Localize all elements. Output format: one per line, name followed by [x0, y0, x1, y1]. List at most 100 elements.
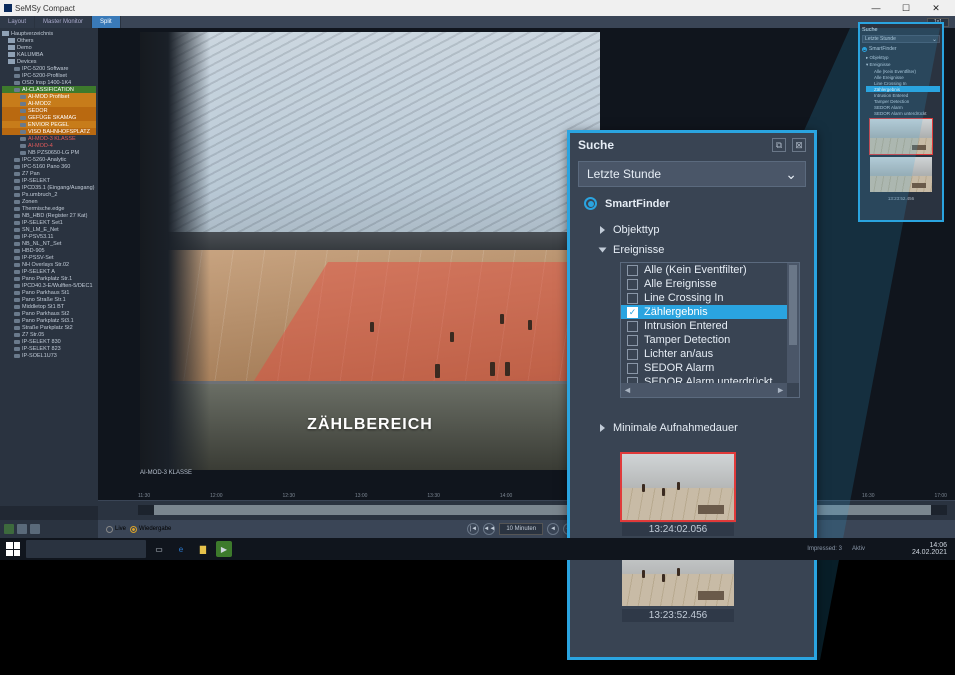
window-close-button[interactable]: ✕ — [921, 0, 951, 16]
tree-node[interactable]: Pano Parkplatz St3.1 — [2, 317, 96, 324]
tree-node[interactable]: IPCD35.1 (Eingang/Ausgang) — [2, 184, 96, 191]
detach-icon[interactable]: ⧉ — [772, 138, 786, 152]
result-thumbnail[interactable]: 13:24:02.056 — [622, 454, 734, 520]
tree-node[interactable]: Z7 Str.05 — [2, 331, 96, 338]
mini-tree-row[interactable]: SEDOR Alarm unterdrückt — [866, 110, 940, 116]
mini-timerange-dropdown[interactable]: Letzte Stunde ⌄ — [862, 35, 940, 43]
tree-node[interactable]: Thermische.edge — [2, 205, 96, 212]
tree-node[interactable]: KALUMBA — [2, 51, 96, 58]
tree-node[interactable]: IPC-5200-Profilset — [2, 72, 96, 79]
mini-tree-row[interactable]: ▾ Ereignisse — [866, 61, 940, 68]
event-filter-item[interactable]: Tamper Detection — [621, 333, 787, 347]
tree-node[interactable]: Hauptverzeichnis — [2, 30, 96, 37]
tree-node[interactable]: Ps.umbruch_2 — [2, 191, 96, 198]
zoom-smartfinder-radio[interactable]: SmartFinder — [570, 197, 814, 220]
scrollbar-vertical[interactable] — [787, 263, 799, 383]
tree-node[interactable]: IP-SELEKT Set1 — [2, 219, 96, 226]
tree-node[interactable]: IPC-5200 Software — [2, 65, 96, 72]
tree-node[interactable]: IP-PSSV-Set — [2, 254, 96, 261]
scrollbar-horizontal[interactable]: ◄► — [621, 383, 787, 397]
taskbar-search[interactable] — [26, 540, 146, 558]
tree-node[interactable]: AI-MOD-3 KLASSE — [2, 135, 96, 142]
timejump-dropdown[interactable]: 10 Minuten — [499, 523, 543, 535]
tree-node[interactable]: AI-CLASSIFICATION — [2, 86, 96, 93]
tree-node[interactable]: NB PZS0650-LG PM — [2, 149, 96, 156]
tree-node[interactable]: IPCD40.3-E/Wulften-5/DEC1 — [2, 282, 96, 289]
tree-node[interactable]: NB_NL_NT_Set — [2, 240, 96, 247]
section-ereignisse[interactable]: Ereignisse — [570, 240, 814, 260]
result-thumbnail[interactable]: 13:23:52.456 — [870, 157, 932, 192]
taskbar-taskview-icon[interactable]: ▭ — [150, 540, 168, 558]
rewind-button[interactable]: ◄◄ — [483, 523, 495, 535]
tool-icon[interactable] — [30, 524, 40, 534]
mini-tree-row[interactable]: ▸ Objekttyp — [866, 54, 940, 61]
taskbar-explorer-icon[interactable]: ▇ — [194, 540, 212, 558]
record-icon[interactable] — [4, 524, 14, 534]
tree-node[interactable]: SN_LM_E_Net — [2, 226, 96, 233]
mini-smartfinder-radio[interactable]: SmartFinder — [862, 46, 940, 52]
tree-node[interactable]: HBD-905 — [2, 247, 96, 254]
tree-node[interactable]: AI-MOD Profilset — [2, 93, 96, 100]
tab-split[interactable]: Split — [92, 16, 121, 28]
tree-node[interactable]: NB_HBD (Register 27 Kat) — [2, 212, 96, 219]
tree-node[interactable]: IP-SOEL1U73 — [2, 352, 96, 359]
tree-node[interactable]: NH Overlays Str.02 — [2, 261, 96, 268]
tree-node[interactable]: VISO BAHNHOFSPLATZ — [2, 128, 96, 135]
result-thumbnail[interactable]: 13:24:02.456 — [870, 119, 932, 154]
tree-node[interactable]: AI-MOD-4 — [2, 142, 96, 149]
tree-node[interactable]: OSD Insp 1400-1K4 — [2, 79, 96, 86]
event-filter-item[interactable]: Line Crossing In — [621, 291, 787, 305]
tree-node[interactable]: GEFÜGE SKAMAG — [2, 114, 96, 121]
event-filter-item[interactable]: Lichter an/aus — [621, 347, 787, 361]
windows-taskbar[interactable]: ▭ e ▇ ▶ 14:06 24.02.2021 Impressed: 3 Ak… — [0, 538, 955, 560]
taskbar-app-icon[interactable]: ▶ — [216, 541, 232, 557]
taskbar-edge-icon[interactable]: e — [172, 540, 190, 558]
tool-icon[interactable] — [17, 524, 27, 534]
tree-node[interactable]: Pano Straße Str.1 — [2, 296, 96, 303]
tree-node[interactable]: IPC-5160 Pano 360 — [2, 163, 96, 170]
tree-node[interactable]: Demo — [2, 44, 96, 51]
step-back-button[interactable]: ◄ — [547, 523, 559, 535]
tree-node[interactable]: Z7 Pan — [2, 170, 96, 177]
tree-node[interactable]: IP-SELEKT — [2, 177, 96, 184]
tree-node[interactable]: Pano Parkplatz Str.1 — [2, 275, 96, 282]
event-filter-item[interactable]: SEDOR Alarm unterdrückt — [621, 375, 787, 383]
event-filter-item[interactable]: Intrusion Entered — [621, 319, 787, 333]
tree-node[interactable]: Middletop St1 BT — [2, 303, 96, 310]
event-filter-list[interactable]: Alle (Kein Eventfilter)Alle EreignisseLi… — [620, 262, 800, 398]
tree-node[interactable]: Zonen — [2, 198, 96, 205]
live-toggle[interactable]: Live — [115, 526, 126, 532]
tree-node[interactable]: AI-MOD2 — [2, 100, 96, 107]
tab-master-monitor[interactable]: Master Monitor — [35, 16, 92, 28]
tree-node[interactable]: SEDOR — [2, 107, 96, 114]
skip-prev-button[interactable]: |◄ — [467, 523, 479, 535]
section-objekttyp[interactable]: Objekttyp — [570, 220, 814, 240]
playback-toggle[interactable]: Wiedergabe — [139, 526, 171, 532]
zoom-timerange-dropdown[interactable]: Letzte Stunde ⌄ — [578, 161, 806, 187]
window-minimize-button[interactable]: — — [861, 0, 891, 16]
section-min-recording[interactable]: Minimale Aufnahmedauer — [570, 418, 814, 438]
tree-node[interactable]: Devices — [2, 58, 96, 65]
video-viewport[interactable]: ZÄHLBEREICH — [140, 32, 600, 470]
tree-node[interactable]: Others — [2, 37, 96, 44]
tree-node[interactable]: IP-SELEKT 823 — [2, 345, 96, 352]
tree-node[interactable]: IP-SELEKT A — [2, 268, 96, 275]
tree-node[interactable]: Pano Parkhaus St1 — [2, 289, 96, 296]
tree-node[interactable]: IP-PSV53.11 — [2, 233, 96, 240]
event-filter-item[interactable]: Alle Ereignisse — [621, 277, 787, 291]
close-icon[interactable]: ⊠ — [792, 138, 806, 152]
event-filter-item[interactable]: Alle (Kein Eventfilter) — [621, 263, 787, 277]
tree-node[interactable]: Straße Parkplatz St2 — [2, 324, 96, 331]
event-filter-item[interactable]: ✓Zählergebnis — [621, 305, 787, 319]
tree-node[interactable]: ENVIOR PEGEL — [2, 121, 96, 128]
tree-node[interactable]: IPC-5260-Analytic — [2, 156, 96, 163]
taskbar-clock[interactable]: 14:06 24.02.2021 — [912, 542, 947, 557]
event-filter-item[interactable]: SEDOR Alarm — [621, 361, 787, 375]
start-button[interactable] — [6, 542, 20, 556]
tree-node[interactable]: IP-SELEKT 830 — [2, 338, 96, 345]
window-maximize-button[interactable]: ☐ — [891, 0, 921, 16]
device-tree-panel[interactable]: HauptverzeichnisOthersDemoKALUMBADevices… — [0, 28, 98, 506]
tab-layout[interactable]: Layout — [0, 16, 35, 28]
timeline[interactable]: 11:3012:0012:3013:0013:3014:0014:3015:00… — [98, 500, 955, 520]
tree-node[interactable]: Pano Parkhaus St2 — [2, 310, 96, 317]
